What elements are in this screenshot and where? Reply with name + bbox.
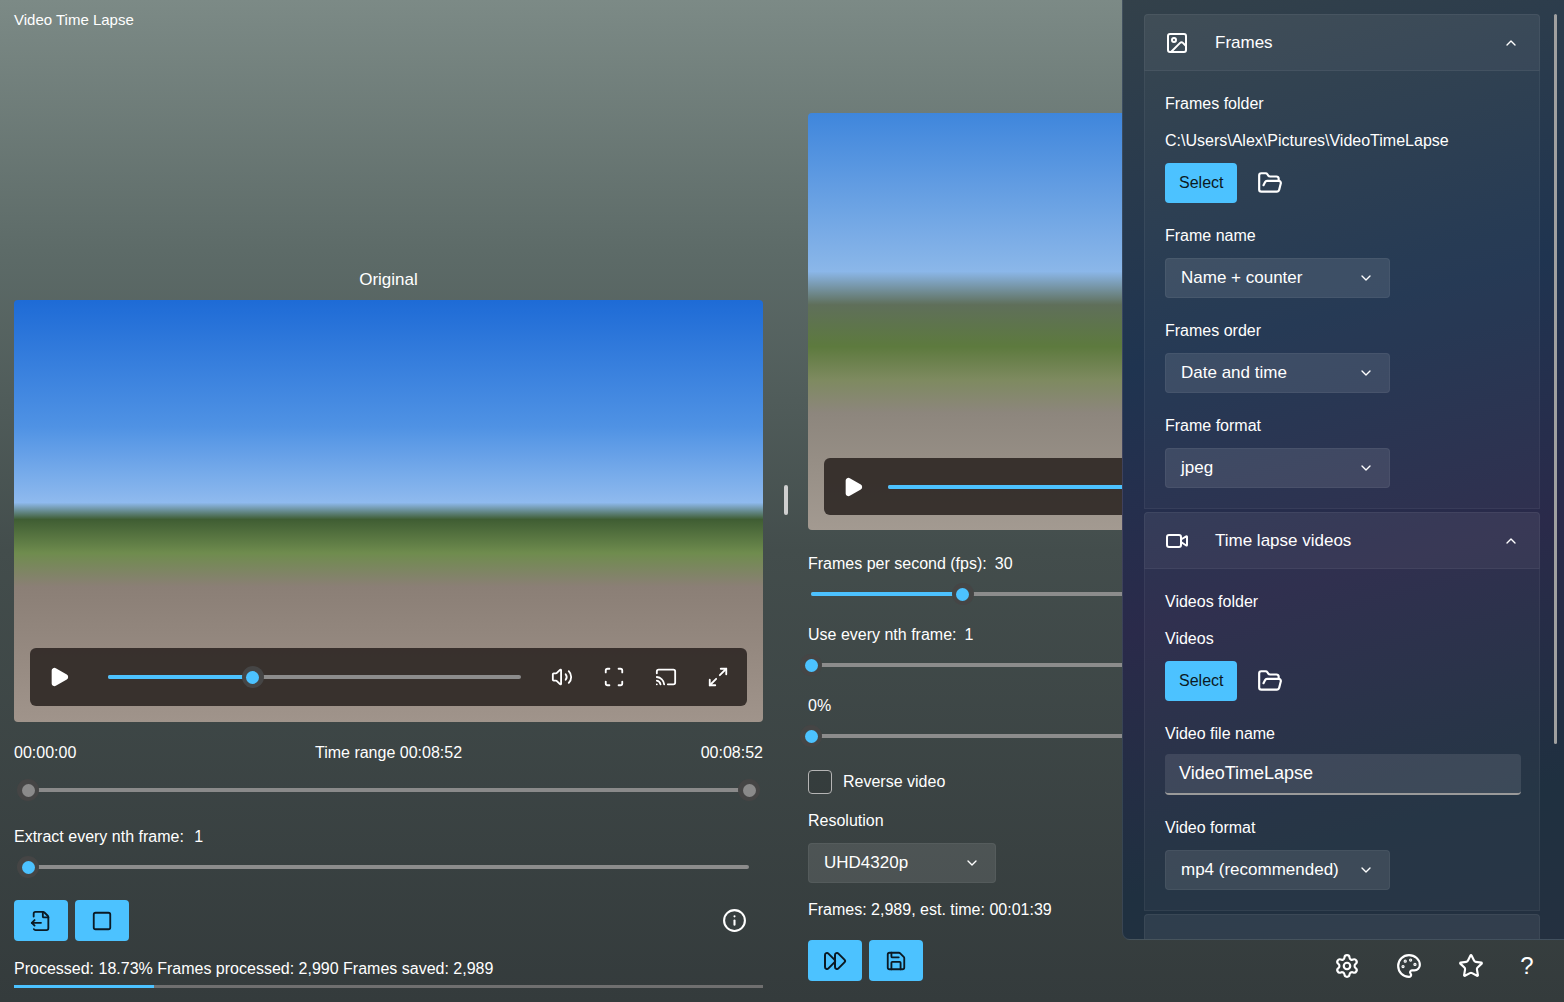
settings-field: Video file name VideoTimeLapse — [1165, 723, 1519, 795]
settings-field: Frame format jpeg — [1165, 415, 1519, 488]
field-label: Video format — [1165, 817, 1519, 839]
next-section-header — [1144, 914, 1540, 940]
settings-field: Frames folder C:\Users\Alex\Pictures\Vide… — [1165, 93, 1519, 203]
original-label: Original — [14, 268, 763, 292]
field-label: Frames folder — [1165, 93, 1519, 115]
chevron-up-icon — [1503, 533, 1519, 549]
slider-thumb[interactable] — [800, 654, 822, 676]
settings-panel: Frames Frames folder C:\Users\Alex\Picture… — [1122, 0, 1564, 940]
time-range-slider — [14, 778, 763, 802]
section-header[interactable]: Time lapse videos — [1144, 512, 1540, 569]
footer-toolbar: ? — [1122, 940, 1564, 980]
original-buttons — [14, 900, 763, 941]
aspect-ratio-icon[interactable] — [603, 666, 625, 688]
stop-button[interactable] — [75, 900, 129, 941]
extract-slider[interactable] — [14, 855, 763, 879]
field-label: Frame name — [1165, 225, 1519, 247]
chevron-down-icon — [1358, 270, 1374, 286]
create-video-button[interactable] — [808, 940, 862, 981]
range-thumb[interactable] — [17, 779, 39, 801]
settings-field: Frames order Date and time — [1165, 320, 1519, 393]
stop-icon — [91, 910, 113, 932]
playback-slider[interactable] — [94, 665, 535, 689]
section-body: Frames folder C:\Users\Alex\Pictures\Vide… — [1144, 71, 1540, 509]
play-icon[interactable] — [48, 666, 70, 688]
select-button[interactable]: Select — [1165, 163, 1237, 203]
chevron-down-icon — [1358, 365, 1374, 381]
settings-field: Video format mp4 (recommended) — [1165, 817, 1519, 890]
slider-thumb[interactable] — [242, 666, 264, 688]
save-button[interactable] — [869, 940, 923, 981]
slider-thumb[interactable] — [17, 856, 39, 878]
settings-section: Frames Frames folder C:\Users\Alex\Picture… — [1144, 14, 1540, 509]
text-field[interactable]: VideoTimeLapse — [1165, 754, 1521, 795]
reverse-checkbox[interactable] — [808, 770, 832, 794]
play-icon[interactable] — [842, 476, 864, 498]
settings-field: Videos folder Videos Select — [1165, 591, 1519, 701]
select-button[interactable]: Select — [1165, 661, 1237, 701]
open-folder-icon[interactable] — [1257, 170, 1283, 196]
time-end: 00:08:52 — [701, 742, 763, 764]
extract-button[interactable] — [14, 900, 68, 941]
field-label: Video file name — [1165, 723, 1519, 745]
chevron-down-icon — [1358, 460, 1374, 476]
image-icon — [1165, 31, 1189, 55]
folder-path: C:\Users\Alex\Pictures\VideoTimeLapse — [1165, 130, 1519, 152]
dropdown[interactable]: jpeg — [1165, 448, 1390, 488]
status-text: Processed: 18.73% Frames processed: 2,99… — [14, 958, 763, 980]
chevron-down-icon — [964, 855, 980, 871]
volume-icon[interactable] — [551, 666, 573, 688]
settings-field: Frame name Name + counter — [1165, 225, 1519, 298]
preview-buttons — [808, 940, 1548, 981]
cast-icon[interactable] — [655, 666, 677, 688]
chevron-up-icon — [1503, 35, 1519, 51]
star-icon[interactable] — [1458, 953, 1484, 979]
settings-section: Time lapse videos Videos folder Videos Sele… — [1144, 512, 1540, 911]
field-label: Frame format — [1165, 415, 1519, 437]
time-row: 00:00:00 Time range 00:08:52 00:08:52 — [14, 742, 763, 764]
player-controls — [30, 648, 747, 706]
palette-icon[interactable] — [1396, 953, 1422, 979]
progress-bar — [14, 985, 763, 988]
fast-forward-icon — [823, 949, 847, 973]
time-range: Time range 00:08:52 — [315, 742, 462, 764]
dropdown[interactable]: Name + counter — [1165, 258, 1390, 298]
range-thumb[interactable] — [738, 779, 760, 801]
scrollbar[interactable] — [1554, 14, 1557, 744]
dropdown[interactable]: UHD4320p — [808, 843, 996, 883]
dropdown[interactable]: Date and time — [1165, 353, 1390, 393]
dropdown[interactable]: mp4 (recommended) — [1165, 850, 1390, 890]
splitter[interactable] — [763, 32, 808, 988]
help-button[interactable]: ? — [1520, 952, 1534, 980]
folder-path: Videos — [1165, 628, 1519, 650]
time-start: 00:00:00 — [14, 742, 76, 764]
extract-label: Extract every nth frame: 1 — [14, 826, 763, 848]
chevron-down-icon — [1358, 862, 1374, 878]
file-export-icon — [30, 910, 52, 932]
video-icon — [1165, 529, 1189, 553]
section-header[interactable]: Frames — [1144, 14, 1540, 71]
field-label: Videos folder — [1165, 591, 1519, 613]
section-body: Videos folder Videos Select Video file name… — [1144, 569, 1540, 911]
info-icon[interactable] — [722, 908, 747, 933]
save-icon — [885, 950, 907, 972]
slider-thumb[interactable] — [952, 583, 974, 605]
settings-gear-icon[interactable] — [1334, 953, 1360, 979]
slider-thumb[interactable] — [800, 725, 822, 747]
open-folder-icon[interactable] — [1257, 668, 1283, 694]
fullscreen-icon[interactable] — [707, 666, 729, 688]
field-label: Frames order — [1165, 320, 1519, 342]
original-column: Original 00:00:00 Time range 00:08:52 00:08… — [14, 32, 763, 988]
app-window: Video Time LapseOriginal00:00:00Time ran… — [0, 0, 1564, 1002]
settings-column: Frames Frames folder C:\Users\Alex\Picture… — [1122, 0, 1564, 1002]
original-video — [14, 300, 763, 722]
